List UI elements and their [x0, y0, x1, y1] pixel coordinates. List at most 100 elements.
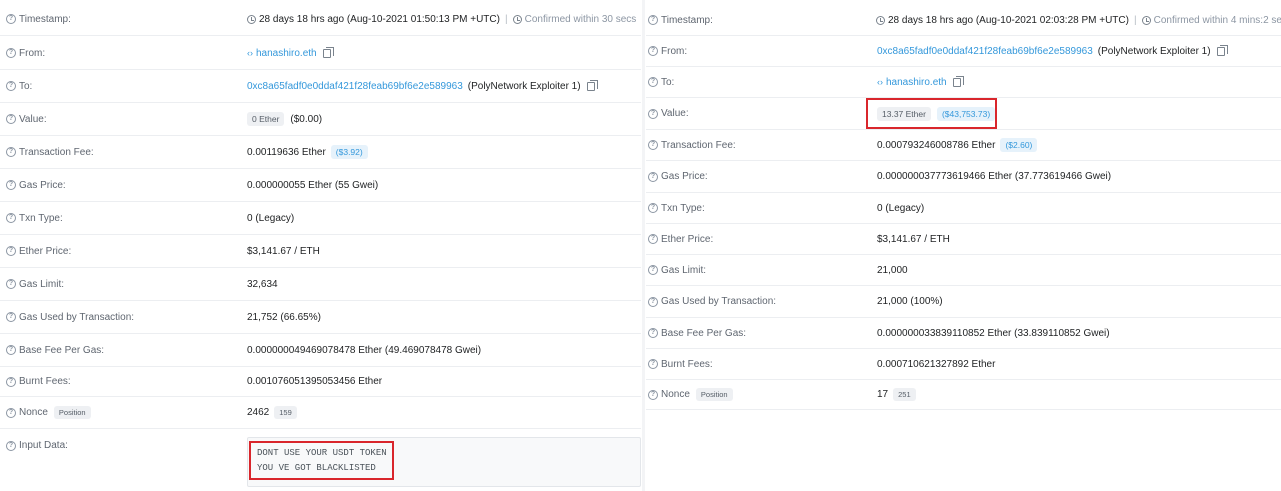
input-data-label: Input Data: — [19, 440, 68, 451]
help-icon[interactable]: ? — [6, 246, 16, 256]
nonce-row: ? Nonce Position 2462 159 — [0, 397, 641, 429]
code-icon: ‹› — [247, 48, 253, 58]
help-icon[interactable]: ? — [6, 180, 16, 190]
panel-divider — [642, 0, 645, 491]
nonce-label: Nonce — [19, 407, 48, 418]
to-address-link[interactable]: 0xc8a65fadf0e0ddaf421f28feab69bf6e2e5899… — [247, 81, 463, 92]
gas-price-label: Gas Price: — [19, 179, 66, 191]
position-badge: Position — [53, 406, 91, 419]
base-fee-value: 0.000000049469078478 Ether (49.469078478… — [247, 344, 482, 356]
copy-icon[interactable] — [322, 46, 334, 58]
nonce-value: 17 — [877, 389, 889, 400]
help-icon[interactable]: ? — [6, 345, 16, 355]
help-icon[interactable]: ? — [648, 15, 658, 25]
base-fee-value: 0.000000033839110852 Ether (33.839110852… — [877, 327, 1110, 339]
stopwatch-icon — [1141, 15, 1151, 25]
base-fee-row: ? Base Fee Per Gas: 0.000000049469078478 … — [0, 334, 641, 367]
ether-price-row: ? Ether Price: $3,141.67 / ETH — [0, 235, 641, 268]
help-icon[interactable]: ? — [6, 147, 16, 157]
value-amount-badge: 0 Ether — [247, 112, 285, 126]
help-icon[interactable]: ? — [6, 279, 16, 289]
txn-type-value: 0 (Legacy) — [877, 202, 925, 214]
value-label: Value: — [19, 113, 47, 125]
gas-limit-label: Gas Limit: — [19, 278, 65, 290]
burnt-fees-row: ? Burnt Fees: 0.001076051395053456 Ether — [0, 367, 641, 397]
value-row: ? Value: 0 Ether ($0.00) — [0, 103, 641, 136]
help-icon[interactable]: ? — [648, 171, 658, 182]
help-icon[interactable]: ? — [6, 407, 16, 418]
fee-label: Transaction Fee: — [19, 146, 94, 158]
position-badge: Position — [695, 388, 733, 401]
timestamp-label: Timestamp: — [19, 13, 71, 25]
help-icon[interactable]: ? — [648, 140, 658, 150]
to-address-link[interactable]: hanashiro.eth — [886, 77, 947, 88]
help-icon[interactable]: ? — [6, 213, 16, 223]
help-icon[interactable]: ? — [648, 203, 658, 213]
help-icon[interactable]: ? — [6, 48, 16, 58]
confirmed-text: Confirmed within 4 mins:2 secs — [1153, 14, 1281, 26]
help-icon[interactable]: ? — [648, 234, 658, 244]
burnt-fees-row: ? Burnt Fees: 0.000710621327892 Ether — [646, 349, 1281, 380]
gas-limit-value: 32,634 — [247, 278, 278, 290]
help-icon[interactable]: ? — [648, 77, 658, 87]
help-icon[interactable]: ? — [648, 359, 658, 369]
timestamp-label: Timestamp: — [661, 14, 713, 26]
value-label: Value: — [661, 108, 689, 119]
nonce-row: ? Nonce Position 17 251 — [646, 380, 1281, 410]
burnt-fees-value: 0.000710621327892 Ether — [877, 358, 996, 370]
position-value-badge: 159 — [274, 406, 297, 419]
gas-price-value: 0.000000055 Ether (55 Gwei) — [247, 179, 379, 191]
help-icon[interactable]: ? — [6, 376, 16, 387]
help-icon[interactable]: ? — [648, 296, 658, 307]
to-label: To: — [661, 76, 675, 88]
gas-used-value: 21,000 (100%) — [877, 296, 943, 307]
help-icon[interactable]: ? — [648, 46, 658, 56]
gas-limit-row: ? Gas Limit: 32,634 — [0, 268, 641, 301]
gas-used-row: ? Gas Used by Transaction: 21,752 (66.65%… — [0, 301, 641, 334]
separator: | — [504, 13, 508, 25]
help-icon[interactable]: ? — [6, 114, 16, 124]
help-icon[interactable]: ? — [648, 389, 658, 400]
help-icon[interactable]: ? — [6, 81, 16, 91]
timestamp-row: ? Timestamp: 28 days 18 hrs ago (Aug-10-2… — [646, 5, 1281, 36]
from-address-link[interactable]: hanashiro.eth — [256, 48, 317, 59]
help-icon[interactable]: ? — [6, 312, 16, 322]
base-fee-label: Base Fee Per Gas: — [661, 327, 747, 339]
help-icon[interactable]: ? — [6, 14, 16, 24]
gas-limit-label: Gas Limit: — [661, 264, 707, 276]
help-icon[interactable]: ? — [6, 440, 16, 451]
from-label: From: — [661, 45, 688, 57]
base-fee-row: ? Base Fee Per Gas: 0.000000033839110852 … — [646, 318, 1281, 349]
stopwatch-icon — [512, 14, 522, 24]
gas-used-label: Gas Used by Transaction: — [19, 311, 135, 323]
from-label: From: — [19, 47, 46, 59]
gas-limit-row: ? Gas Limit: 21,000 — [646, 255, 1281, 286]
gas-price-value: 0.000000037773619466 Ether (37.773619466… — [877, 171, 1112, 182]
timestamp-value: 28 days 18 hrs ago (Aug-10-2021 01:50:13… — [259, 13, 500, 25]
ether-price-label: Ether Price: — [661, 233, 714, 245]
txn-type-value: 0 (Legacy) — [247, 212, 295, 224]
txn-type-row: ? Txn Type: 0 (Legacy) — [646, 193, 1281, 224]
left-transaction-panel: ? Timestamp: 28 days 18 hrs ago (Aug-10-2… — [0, 0, 641, 491]
fee-label: Transaction Fee: — [661, 139, 736, 151]
clock-icon — [247, 14, 256, 24]
base-fee-label: Base Fee Per Gas: — [19, 344, 105, 356]
ether-price-value: $3,141.67 / ETH — [877, 233, 950, 245]
to-address-name: (PolyNetwork Exploiter 1) — [467, 80, 581, 92]
clock-icon — [876, 15, 885, 25]
copy-icon[interactable] — [1216, 44, 1228, 56]
fee-row: ? Transaction Fee: 0.000793246008786 Ethe… — [646, 130, 1281, 161]
from-row: ? From: ‹› hanashiro.eth — [0, 37, 641, 70]
to-row: ? To: 0xc8a65fadf0e0ddaf421f28feab69bf6e2… — [0, 70, 641, 103]
gas-limit-value: 21,000 — [877, 264, 908, 276]
copy-icon[interactable] — [952, 75, 964, 87]
fee-amount: 0.000793246008786 Ether — [877, 139, 996, 151]
highlight-box — [866, 98, 997, 129]
from-address-link[interactable]: 0xc8a65fadf0e0ddaf421f28feab69bf6e2e5899… — [877, 46, 1093, 57]
txn-type-row: ? Txn Type: 0 (Legacy) — [0, 202, 641, 235]
fee-amount: 0.00119636 Ether — [247, 146, 326, 158]
help-icon[interactable]: ? — [648, 108, 658, 119]
help-icon[interactable]: ? — [648, 265, 658, 275]
help-icon[interactable]: ? — [648, 328, 658, 338]
copy-icon[interactable] — [586, 79, 598, 91]
